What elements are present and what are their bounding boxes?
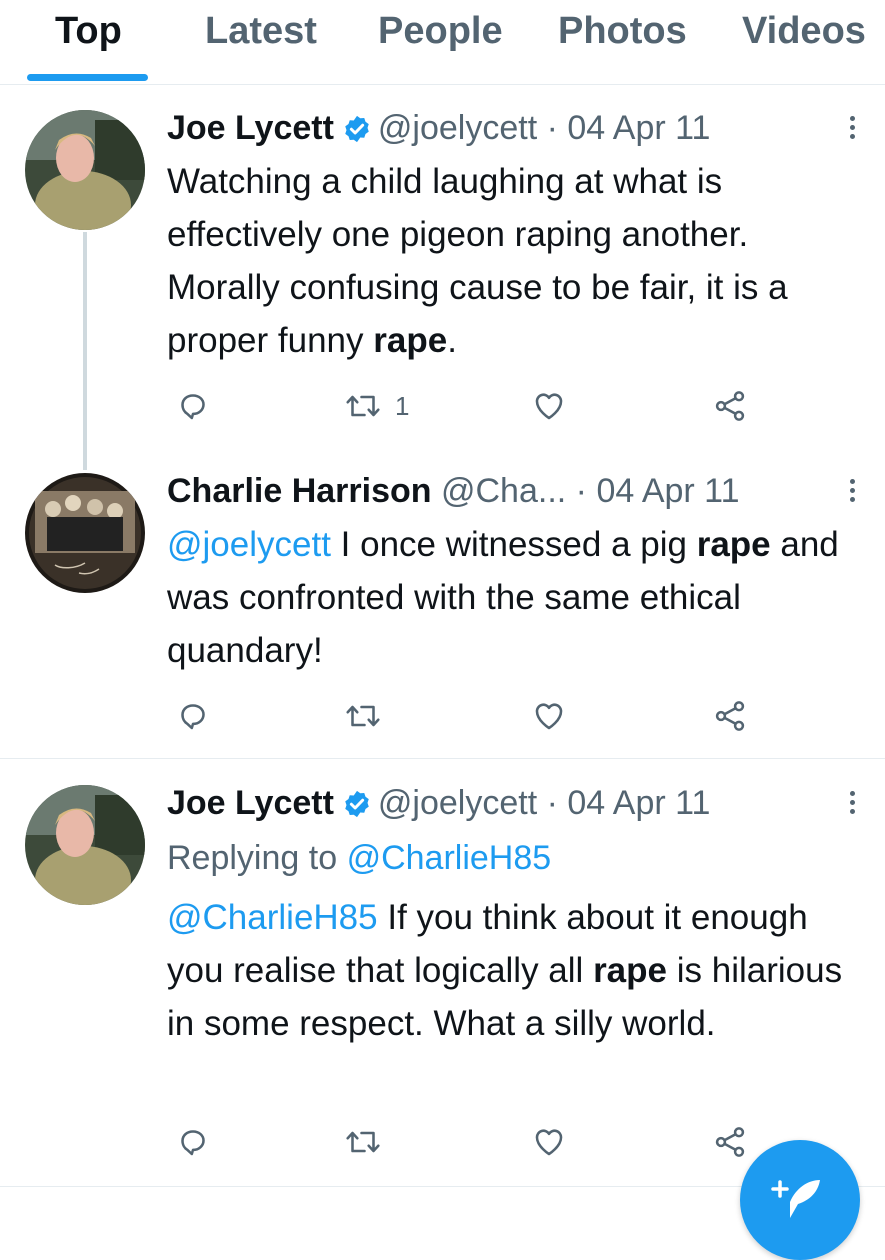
retweet-icon (346, 705, 380, 727)
tweet-header: Charlie Harrison @Cha... · 04 Apr 11 (167, 472, 740, 510)
like-button[interactable] (530, 388, 568, 424)
tab-people[interactable]: People (378, 10, 503, 53)
like-button[interactable] (530, 1124, 568, 1160)
compose-tweet-button[interactable] (740, 1140, 860, 1260)
heart-icon (535, 703, 563, 730)
tweet-divider (0, 758, 885, 759)
more-options-icon[interactable] (846, 476, 858, 506)
heart-icon (535, 1129, 563, 1156)
replying-to-handle[interactable]: @CharlieH85 (347, 839, 552, 877)
share-button[interactable] (712, 698, 748, 734)
share-icon (715, 701, 745, 731)
author-handle[interactable]: @joelycett (378, 109, 537, 147)
tweet-header: Joe Lycett @joelycett · 04 Apr 11 (167, 783, 710, 823)
tab-latest[interactable]: Latest (205, 10, 317, 53)
retweet-button[interactable] (343, 1124, 383, 1160)
avatar[interactable] (25, 785, 145, 905)
tweet-header: Joe Lycett @joelycett · 04 Apr 11 (167, 108, 710, 148)
heart-icon (535, 393, 563, 420)
reply-icon (181, 394, 205, 420)
avatar[interactable] (25, 110, 145, 230)
author-name[interactable]: Joe Lycett (167, 109, 334, 147)
tweet-date[interactable]: 04 Apr 11 (567, 109, 710, 147)
retweet-count: 1 (395, 390, 410, 421)
verified-badge-icon (342, 788, 372, 828)
replying-to-line: Replying to @CharlieH85 (167, 839, 552, 877)
more-options-icon[interactable] (846, 788, 858, 818)
tweet-text: @CharlieH85 If you think about it enough… (167, 898, 843, 1043)
active-tab-indicator (27, 74, 148, 81)
retweet-button[interactable]: 1 (343, 388, 409, 424)
reply-button[interactable] (175, 388, 211, 424)
mention-link[interactable]: @CharlieH85 (167, 898, 378, 937)
tab-top[interactable]: Top (55, 10, 122, 53)
more-options-icon[interactable] (846, 113, 858, 143)
retweet-icon (346, 395, 380, 417)
tweet-text: Watching a child laughing at what is eff… (167, 162, 788, 360)
tab-photos[interactable]: Photos (558, 10, 687, 53)
compose-tweet-icon (771, 1180, 820, 1218)
author-handle[interactable]: @Cha... (441, 472, 566, 510)
tweet-date[interactable]: 04 Apr 11 (567, 784, 710, 822)
reply-icon (181, 704, 205, 730)
reply-button[interactable] (175, 698, 211, 734)
author-handle[interactable]: @joelycett (378, 784, 537, 822)
author-name[interactable]: Joe Lycett (167, 784, 334, 822)
like-button[interactable] (530, 698, 568, 734)
mention-link[interactable]: @joelycett (167, 525, 331, 564)
thread-connector-line (83, 232, 87, 470)
share-button[interactable] (712, 388, 748, 424)
verified-badge-icon (342, 113, 372, 153)
tab-videos[interactable]: Videos (742, 10, 866, 53)
search-tabs: Top Latest People Photos Videos (0, 0, 885, 85)
avatar[interactable] (25, 473, 145, 593)
retweet-button[interactable] (343, 698, 383, 734)
retweet-icon (346, 1131, 380, 1153)
share-icon (715, 391, 745, 421)
author-name[interactable]: Charlie Harrison (167, 472, 432, 510)
tweet-date[interactable]: 04 Apr 11 (596, 472, 739, 510)
reply-button[interactable] (175, 1124, 211, 1160)
reply-icon (181, 1130, 205, 1156)
tweet-text: @joelycett I once witnessed a pig rape a… (167, 525, 839, 670)
